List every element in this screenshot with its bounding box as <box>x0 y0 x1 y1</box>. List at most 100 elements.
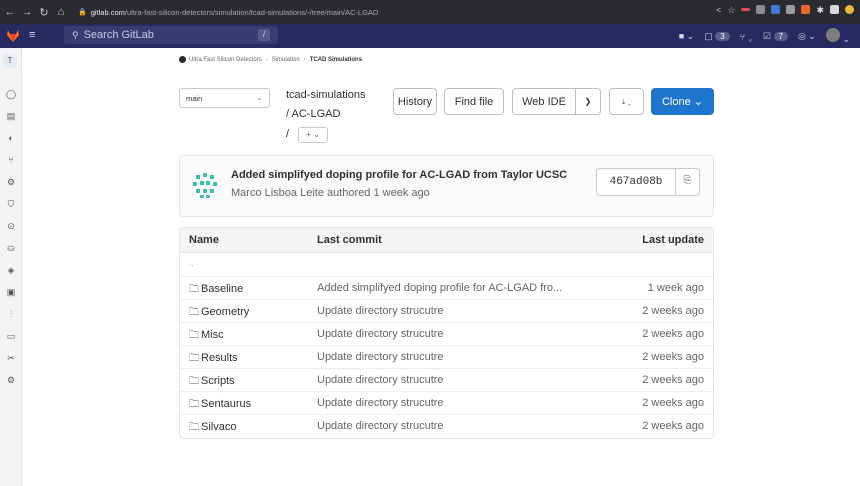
folder-name-link[interactable]: Silvaco <box>201 421 236 433</box>
deployments-icon[interactable]: ⊙ <box>5 220 17 232</box>
search-input[interactable]: ⚲ Search GitLab / <box>64 26 278 44</box>
branch-name: main <box>186 94 203 103</box>
breadcrumb-item-subgroup[interactable]: Simulation <box>272 57 300 63</box>
commit-sha[interactable]: 467ad08b <box>596 168 676 196</box>
forward-icon[interactable]: → <box>20 6 34 18</box>
breadcrumb-item-group[interactable]: Ultra Fast Silicon Detectors <box>189 57 262 63</box>
extension-box-icon[interactable] <box>786 5 796 14</box>
security-icon[interactable]: ⛉ <box>5 198 17 210</box>
parent-directory-row[interactable]: .. <box>180 253 713 277</box>
copy-sha-button[interactable]: ⎘ <box>675 168 700 196</box>
download-button[interactable]: ⤓ ⌄ <box>609 88 644 115</box>
issues-icon[interactable]: ◐ <box>5 132 17 144</box>
breadcrumb-item-project[interactable]: TCAD Simulations <box>310 57 362 63</box>
last-update-date: 2 weeks ago <box>642 397 704 409</box>
browser-toolbar: ← → ↻ ⌂ 🔒 gitlab.com /ultra-fast-silicon… <box>0 0 860 24</box>
packages-icon[interactable]: ⛀ <box>5 242 17 254</box>
clipboard-icon: ⎘ <box>683 175 692 186</box>
share-icon[interactable]: < <box>716 5 721 15</box>
gitlab-logo-icon[interactable] <box>6 29 20 43</box>
commit-author-avatar[interactable] <box>193 171 217 199</box>
bookmark-star-icon[interactable]: ☆ <box>727 5 735 15</box>
extension-red-icon[interactable] <box>741 8 751 11</box>
table-header: Name Last commit Last update <box>180 228 713 253</box>
settings-icon[interactable]: ⚙ <box>5 374 17 386</box>
commit-message-link[interactable]: Update directory strucutre <box>317 374 444 386</box>
cicd-icon[interactable]: ⚙ <box>5 176 17 188</box>
table-row[interactable]: 🗀 Silvaco Update directory strucutre 2 we… <box>180 415 713 438</box>
branch-selector[interactable]: main ⌄ <box>179 88 270 108</box>
commit-message-link[interactable]: Update directory strucutre <box>317 397 444 409</box>
clone-button[interactable]: Clone ⌄ <box>651 88 714 115</box>
file-tree-table: Name Last commit Last update .. 🗀 Baselin… <box>179 227 714 439</box>
commit-message-link[interactable]: Update directory strucutre <box>317 420 444 432</box>
back-icon[interactable]: ← <box>3 6 17 18</box>
folder-name-link[interactable]: Scripts <box>201 375 235 387</box>
last-update-date: 2 weeks ago <box>642 328 704 340</box>
folder-name-link[interactable]: Results <box>201 352 238 364</box>
folder-icon: 🗀 <box>189 422 199 433</box>
folder-name-link[interactable]: Misc <box>201 329 224 341</box>
table-row[interactable]: 🗀 Baseline Added simplifyed doping profil… <box>180 277 713 300</box>
address-bar[interactable]: 🔒 gitlab.com /ultra-fast-silicon-detecto… <box>78 4 538 20</box>
topbar-actions: ■ ⌄ ▢ 3 ⑂ ⌄ ☑ 7 ◎ ⌄ ⌄ <box>679 28 850 45</box>
profile-icon[interactable] <box>845 5 854 14</box>
snippets-icon[interactable]: ✂ <box>5 352 17 364</box>
extension-orange-icon[interactable] <box>801 5 811 14</box>
path-root-link[interactable]: tcad-simulations <box>286 89 365 101</box>
folder-name-link[interactable]: Sentaurus <box>201 398 251 410</box>
extension-grey-icon[interactable] <box>756 5 766 14</box>
folder-name-link[interactable]: Geometry <box>201 306 249 318</box>
last-update-date: 1 week ago <box>647 282 704 294</box>
parent-directory-link[interactable]: .. <box>189 259 193 268</box>
commit-title-link[interactable]: Added simplifyed doping profile for AC-L… <box>231 169 567 181</box>
table-row[interactable]: 🗀 Geometry Update directory strucutre 2 w… <box>180 300 713 323</box>
avatar <box>825 28 840 42</box>
path-current-dir[interactable]: / AC-LGAD <box>286 108 340 120</box>
search-placeholder: Search GitLab <box>83 29 154 41</box>
todos-button[interactable]: ☑ 7 <box>763 31 789 43</box>
last-update-date: 2 weeks ago <box>642 305 704 317</box>
history-button[interactable]: History <box>393 88 437 115</box>
merge-request-icon[interactable]: ⑂ <box>5 154 17 166</box>
puzzle-icon[interactable]: ✱ <box>816 5 824 15</box>
commit-message-link[interactable]: Update directory strucutre <box>317 351 444 363</box>
todos-count-badge: 7 <box>773 31 789 41</box>
project-avatar[interactable]: T <box>3 54 17 68</box>
last-commit-panel: Added simplifyed doping profile for AC-L… <box>179 155 714 217</box>
web-ide-button[interactable]: Web IDE <box>512 88 576 115</box>
download-icon: ⤓ ⌄ <box>621 96 632 106</box>
repository-icon[interactable]: ▤ <box>5 110 17 122</box>
folder-name-link[interactable]: Baseline <box>201 283 243 295</box>
commit-author-meta: Marco Lisboa Leite authored 1 week ago <box>231 187 430 199</box>
table-row[interactable]: 🗀 Results Update directory strucutre 2 we… <box>180 346 713 369</box>
user-menu[interactable]: ⌄ <box>825 28 850 45</box>
find-file-button[interactable]: Find file <box>444 88 504 115</box>
create-new-icon[interactable]: ■ ⌄ <box>679 31 694 42</box>
commit-message-link[interactable]: Update directory strucutre <box>317 328 444 340</box>
menu-icon[interactable]: ≡ <box>29 29 35 41</box>
add-to-tree-button[interactable]: + ⌄ <box>298 127 328 143</box>
project-overview-icon[interactable]: ◯ <box>5 88 17 100</box>
monitor-icon[interactable]: ▣ <box>5 286 17 298</box>
help-icon[interactable]: ◎ ⌄ <box>798 31 816 42</box>
reload-icon[interactable]: ↻ <box>37 6 51 19</box>
web-ide-dropdown[interactable]: ❯ <box>575 88 601 115</box>
commit-message-link[interactable]: Update directory strucutre <box>317 305 444 317</box>
table-row[interactable]: 🗀 Misc Update directory strucutre 2 weeks… <box>180 323 713 346</box>
home-icon[interactable]: ⌂ <box>54 6 68 18</box>
infrastructure-icon[interactable]: ◈ <box>5 264 17 276</box>
commit-message-link[interactable]: Added simplifyed doping profile for AC-L… <box>317 282 562 294</box>
url-host: gitlab.com <box>90 7 125 17</box>
table-row[interactable]: 🗀 Sentaurus Update directory strucutre 2 … <box>180 392 713 415</box>
table-row[interactable]: 🗀 Scripts Update directory strucutre 2 we… <box>180 369 713 392</box>
issues-button[interactable]: ▢ 3 <box>704 31 730 43</box>
merge-requests-icon[interactable]: ⑂ ⌄ <box>740 32 753 42</box>
wiki-icon[interactable]: ▭ <box>5 330 17 342</box>
url-path: /ultra-fast-silicon-detectors/simulation… <box>124 7 379 17</box>
issues-count-badge: 3 <box>715 31 730 41</box>
group-avatar-icon <box>179 56 186 63</box>
window-icon[interactable] <box>830 5 839 14</box>
extension-blue-icon[interactable] <box>771 5 781 14</box>
analytics-icon[interactable]: ⫶ <box>5 308 17 320</box>
